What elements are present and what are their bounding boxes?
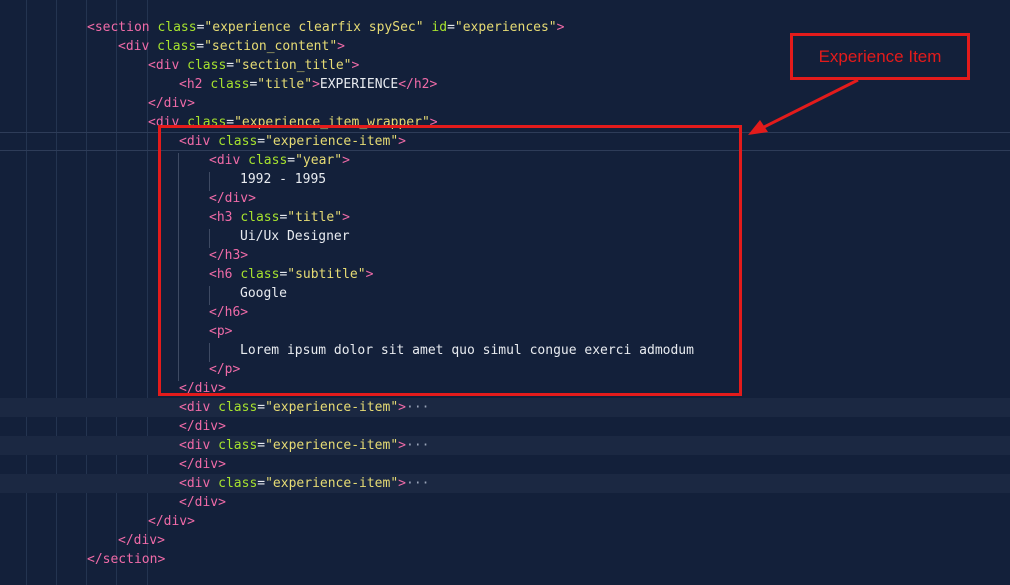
- code-token: >: [398, 438, 406, 453]
- code-token: class: [157, 39, 197, 54]
- code-token: <div: [148, 58, 180, 73]
- fold-ellipsis[interactable]: ···: [406, 438, 429, 453]
- code-token: =: [226, 58, 235, 73]
- code-token: "experience-item": [265, 400, 399, 415]
- code-token: class: [218, 476, 258, 491]
- folded-code-line[interactable]: <div class="experience-item">···: [0, 436, 1010, 455]
- callout-label: Experience Item: [790, 33, 970, 80]
- code-token: >: [398, 476, 406, 491]
- code-token: =: [257, 476, 266, 491]
- code-token: >: [312, 77, 320, 92]
- code-text: <div class="experience-item">···: [179, 436, 429, 455]
- code-token: "section_content": [204, 39, 338, 54]
- code-token: <div: [179, 400, 211, 415]
- code-token: =: [257, 438, 266, 453]
- code-text: <div class="section_title">: [148, 56, 359, 75]
- code-token: "experience-item": [265, 438, 399, 453]
- code-text: </div>: [148, 512, 195, 531]
- code-token: =: [447, 20, 455, 35]
- code-text: </div>: [179, 455, 226, 474]
- code-token: class: [218, 400, 258, 415]
- folded-code-line[interactable]: <div class="experience-item">···: [0, 474, 1010, 493]
- code-text: </div>: [148, 94, 195, 113]
- code-line[interactable]: </div>: [0, 512, 1010, 531]
- code-token: "title": [257, 77, 313, 92]
- code-text: <div class="experience-item">···: [179, 474, 429, 493]
- code-text: </section>: [87, 550, 165, 569]
- code-line[interactable]: </div>: [0, 493, 1010, 512]
- fold-ellipsis[interactable]: ···: [406, 400, 429, 415]
- code-token: >: [556, 20, 565, 35]
- code-token: </div>: [179, 457, 226, 472]
- code-text: <div class="section_content">: [118, 37, 345, 56]
- code-token: "experience clearfix spySec": [204, 20, 424, 35]
- code-token: class: [210, 77, 250, 92]
- code-token: class: [187, 58, 227, 73]
- code-text: </div>: [179, 417, 226, 436]
- code-token: "experiences": [454, 20, 557, 35]
- code-token: <div: [179, 438, 211, 453]
- code-token: </h2>: [398, 77, 438, 92]
- code-line[interactable]: </section>: [0, 550, 1010, 569]
- code-token: </div>: [179, 495, 226, 510]
- code-text: <section class = "experience clearfix spyS…: [87, 18, 564, 37]
- code-token: </div>: [179, 419, 226, 434]
- code-text: <div class="experience-item">···: [179, 398, 429, 417]
- code-token: "section_title": [234, 58, 352, 73]
- code-token: <h2: [179, 77, 203, 92]
- code-token: EXPERIENCE: [319, 77, 399, 92]
- folded-code-line[interactable]: <div class="experience-item">···: [0, 398, 1010, 417]
- code-token: >: [351, 58, 360, 73]
- code-line[interactable]: </div>: [0, 455, 1010, 474]
- code-line[interactable]: </div>: [0, 94, 1010, 113]
- code-token: <div: [179, 476, 211, 491]
- code-line[interactable]: </div>: [0, 531, 1010, 550]
- code-token: =: [196, 39, 205, 54]
- callout-label-text: Experience Item: [818, 46, 942, 66]
- code-token: <section: [87, 20, 150, 35]
- code-token: class: [218, 438, 258, 453]
- code-token: <div: [118, 39, 150, 54]
- code-token: </div>: [148, 514, 195, 529]
- code-token: class: [157, 20, 197, 35]
- code-text: </div>: [118, 531, 165, 550]
- code-token: id: [431, 20, 448, 35]
- code-token: </section>: [87, 552, 166, 567]
- code-token: "experience-item": [265, 476, 399, 491]
- code-text: <h2 class="title">EXPERIENCE</h2>: [179, 75, 437, 94]
- experience-item-highlight: [158, 125, 742, 396]
- code-token: >: [398, 400, 406, 415]
- code-token: >: [337, 39, 345, 54]
- code-text: </div>: [179, 493, 226, 512]
- code-token: </div>: [118, 533, 165, 548]
- code-token: </div>: [148, 96, 195, 111]
- fold-ellipsis[interactable]: ···: [406, 476, 429, 491]
- code-token: =: [257, 400, 266, 415]
- code-line[interactable]: </div>: [0, 417, 1010, 436]
